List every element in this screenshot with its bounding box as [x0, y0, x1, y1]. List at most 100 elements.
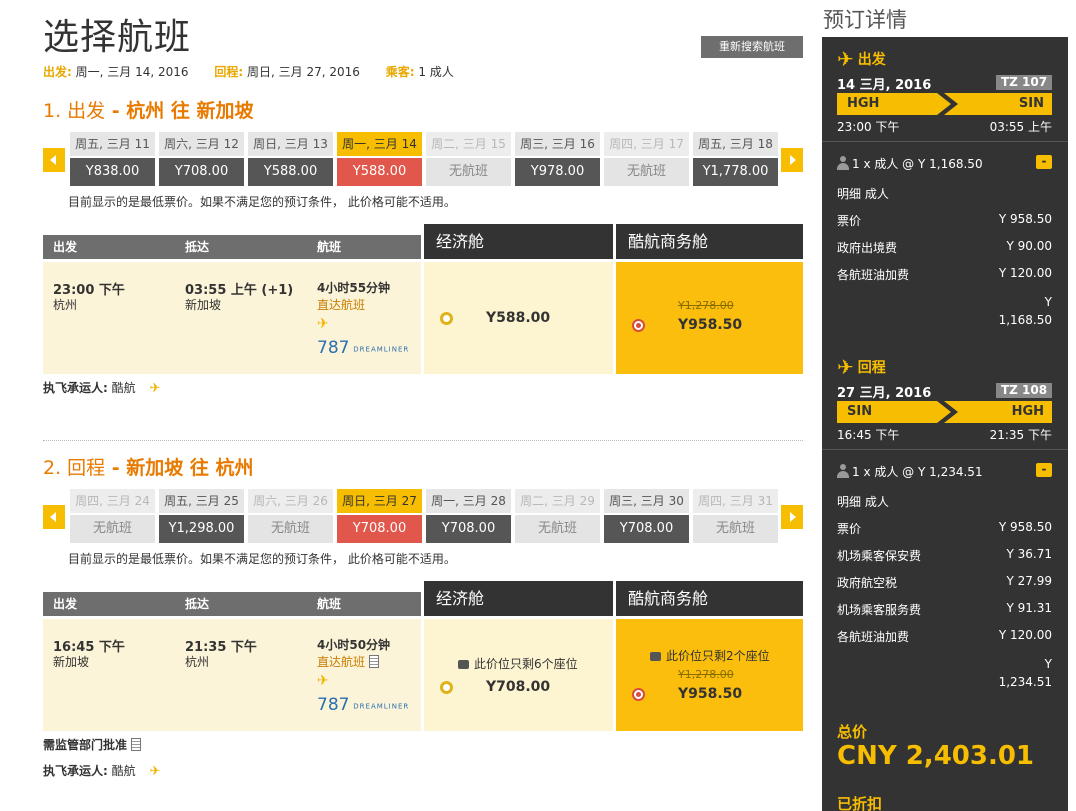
- side-ret-collapse-toggle[interactable]: -: [1036, 463, 1052, 477]
- arr-city: 杭州: [185, 655, 210, 669]
- date-price: Y708.00: [159, 158, 244, 186]
- outbound-heading-route: - 杭州 往 新加坡: [105, 100, 254, 122]
- return-heading-route: - 新加坡 往 杭州: [105, 457, 254, 479]
- flight-duration: 4小时55分钟: [317, 281, 391, 295]
- side-out-times: 23:00 下午 03:55 上午: [837, 118, 1052, 135]
- return-economy-fare[interactable]: 此价位只剩6个座位 Y708.00: [424, 619, 613, 731]
- seat-icon: [458, 660, 469, 669]
- date-label: 周五, 三月 11: [70, 132, 155, 156]
- business-radio-selected[interactable]: [632, 319, 645, 332]
- date-price: 无航班: [693, 515, 778, 543]
- outbound-date-cell-selected[interactable]: 周一, 三月 14 Y588.00: [337, 132, 422, 188]
- economy-radio[interactable]: [440, 312, 453, 325]
- chevron-right-icon: [790, 155, 796, 165]
- return-flight-info: 16:45 下午 新加坡 21:35 下午 杭州 4小时50分钟 直达航班 ✈ …: [43, 619, 421, 731]
- col-business: 酷航商务舱: [616, 581, 803, 616]
- subtotal-currency: Y: [1044, 657, 1052, 671]
- search-summary: 出发: 周一, 三月 14, 2016 回程: 周日, 三月 27, 2016 …: [43, 63, 476, 80]
- side-ret-pax-text: 1 x 成人 @ Y 1,234.51: [852, 465, 983, 479]
- side-ret-breakdown-title: 明细 成人: [837, 495, 889, 509]
- economy-radio[interactable]: [440, 681, 453, 694]
- summary-out-value: 周一, 三月 14, 2016: [75, 65, 189, 79]
- outbound-prev-dates-button[interactable]: [43, 148, 65, 172]
- fee-name: 政府出境费: [837, 241, 898, 255]
- fee-value: Y 27.99: [1006, 574, 1053, 588]
- fee-name: 机场乘客服务费: [837, 603, 922, 617]
- plane-icon: ✈: [149, 764, 161, 779]
- return-business-fare[interactable]: 此价位只剩2个座位 Y1,278.00 Y958.50: [616, 619, 803, 731]
- side-out-collapse-toggle[interactable]: -: [1036, 155, 1052, 169]
- total-price: CNY 2,403.01: [837, 741, 1035, 771]
- outbound-economy-fare[interactable]: Y588.00: [424, 262, 613, 374]
- outbound-business-fare[interactable]: Y1,278.00 Y958.50: [616, 262, 803, 374]
- chevron-left-icon: [50, 512, 56, 522]
- date-label: 周一, 三月 28: [426, 489, 511, 513]
- fee-value: Y 36.71: [1006, 547, 1053, 561]
- discount-label: 已折扣: [837, 795, 883, 811]
- return-date-cell[interactable]: 周五, 三月 25 Y1,298.00: [159, 489, 244, 545]
- fee-row: 机场乘客保安费 Y 36.71: [837, 547, 1052, 564]
- person-icon: [837, 464, 849, 478]
- side-dep-time: 16:45 下午: [837, 428, 900, 442]
- booking-details-panel: ✈ 出发 14 三月, 2016 TZ 107 HGH SIN 23:00 下午 …: [822, 37, 1068, 811]
- fee-name: 政府航空税: [837, 576, 898, 590]
- date-price: 无航班: [604, 158, 689, 186]
- business-original-price: Y1,278.00: [678, 668, 734, 681]
- side-dep-time: 23:00 下午: [837, 120, 900, 134]
- seat-icon: [650, 652, 661, 661]
- outbound-next-dates-button[interactable]: [781, 148, 803, 172]
- return-heading-num: 2. 回程: [43, 457, 106, 479]
- fee-name: 票价: [837, 214, 862, 228]
- fee-value: Y 90.00: [1006, 239, 1053, 253]
- economy-price: Y708.00: [486, 679, 551, 695]
- fee-value: Y 91.31: [1006, 601, 1053, 615]
- plane-icon: ✈: [317, 673, 329, 689]
- date-label: 周五, 三月 25: [159, 489, 244, 513]
- section-divider: [43, 440, 803, 441]
- date-label: 周三, 三月 16: [515, 132, 600, 156]
- page-title: 选择航班: [43, 17, 192, 58]
- return-flight-row: 16:45 下午 新加坡 21:35 下午 杭州 4小时50分钟 直达航班 ✈ …: [43, 619, 803, 731]
- direct-flight-link[interactable]: 直达航班: [317, 653, 380, 670]
- regulatory-text: 需监管部门批准: [43, 738, 128, 752]
- total-label: 总价: [837, 723, 868, 741]
- return-next-dates-button[interactable]: [781, 505, 803, 529]
- route-from: HGH: [837, 93, 937, 115]
- outbound-date-cell[interactable]: 周三, 三月 16 Y978.00: [515, 132, 600, 188]
- fee-row: 各航班油加费 Y 120.00: [837, 266, 1052, 283]
- outbound-date-cell[interactable]: 周日, 三月 13 Y588.00: [248, 132, 333, 188]
- outbound-date-cell[interactable]: 周六, 三月 12 Y708.00: [159, 132, 244, 188]
- outbound-heading-num: 1. 出发: [43, 100, 106, 122]
- return-date-cell[interactable]: 周一, 三月 28 Y708.00: [426, 489, 511, 545]
- return-prev-dates-button[interactable]: [43, 505, 65, 529]
- business-radio-selected[interactable]: [632, 688, 645, 701]
- side-ret-heading: ✈ 回程: [837, 355, 886, 379]
- plane-icon: ✈: [837, 47, 854, 71]
- direct-flight-link[interactable]: 直达航班: [317, 296, 365, 313]
- return-date-cell-selected[interactable]: 周日, 三月 27 Y708.00: [337, 489, 422, 545]
- side-separator: [822, 141, 1068, 142]
- col-depart: 出发: [53, 597, 78, 611]
- business-seats-left: 此价位只剩2个座位: [650, 647, 770, 664]
- fee-value: Y 120.00: [998, 628, 1052, 642]
- outbound-fare-note: 目前显示的是最低票价。如果不满足您的预订条件， 此价格可能不适用。: [68, 195, 456, 209]
- fee-row: 各航班油加费 Y 120.00: [837, 628, 1052, 645]
- outbound-date-cell: 周二, 三月 15 无航班: [426, 132, 511, 188]
- seats-text: 此价位只剩2个座位: [666, 649, 770, 663]
- side-arr-time: 03:55 上午: [989, 120, 1052, 134]
- outbound-carrier: 执飞承运人: 酷航 ✈: [43, 379, 160, 396]
- col-flight: 航班: [317, 597, 342, 611]
- return-date-cell[interactable]: 周三, 三月 30 Y708.00: [604, 489, 689, 545]
- aircraft-name: DREAMLINER: [353, 345, 410, 354]
- dreamliner-logo: 787 DREAMLINER: [317, 338, 409, 358]
- side-ret-passenger: 1 x 成人 @ Y 1,234.51: [837, 463, 983, 480]
- flight-duration: 4小时50分钟: [317, 638, 391, 652]
- fee-row: 政府出境费 Y 90.00: [837, 239, 1052, 256]
- date-label: 周六, 三月 12: [159, 132, 244, 156]
- date-price: Y588.00: [337, 158, 422, 186]
- outbound-date-cell[interactable]: 周五, 三月 18 Y1,778.00: [693, 132, 778, 188]
- chevron-left-icon: [50, 155, 56, 165]
- outbound-table-header: 出发 抵达 航班 经济舱 酷航商务舱: [43, 224, 803, 259]
- outbound-date-cell[interactable]: 周五, 三月 11 Y838.00: [70, 132, 155, 188]
- research-flights-button[interactable]: 重新搜索航班: [701, 36, 803, 58]
